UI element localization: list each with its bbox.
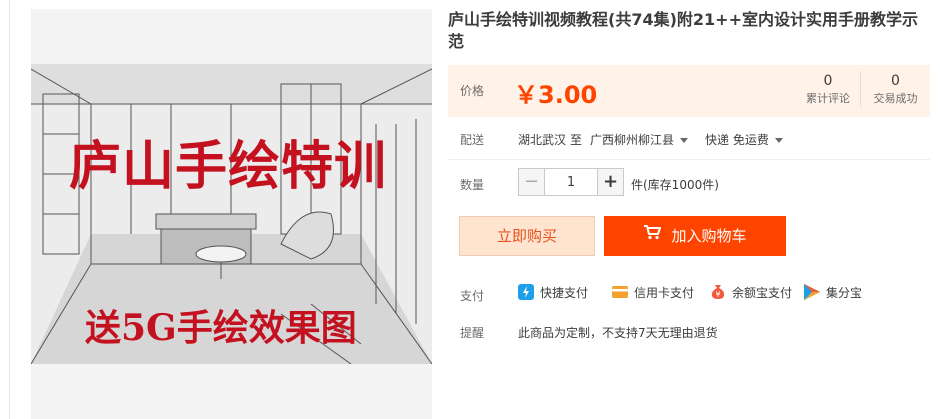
stock-text: 件(库存1000件) bbox=[631, 178, 719, 192]
payment-label: 支付 bbox=[460, 289, 485, 303]
quantity-input[interactable] bbox=[546, 169, 596, 195]
reviews-count: 0 bbox=[823, 73, 833, 89]
notice-label: 提醒 bbox=[460, 326, 485, 340]
quick-pay-label: 快捷支付 bbox=[540, 286, 589, 300]
sales-label: 交易成功 bbox=[873, 92, 918, 105]
reviews-stat[interactable]: 0 累计评论 bbox=[793, 71, 863, 107]
shipping-destination-select[interactable]: 广西柳州柳江县 bbox=[590, 131, 689, 148]
shipping-origin: 湖北武汉 bbox=[518, 133, 567, 147]
yuebao-label: 余额宝支付 bbox=[732, 286, 793, 300]
sales-count: 0 bbox=[891, 73, 900, 89]
section-divider bbox=[448, 159, 930, 160]
payment-jifenbao[interactable]: 集分宝 bbox=[804, 283, 863, 302]
add-to-cart-label: 加入购物车 bbox=[671, 227, 747, 245]
chevron-down-icon bbox=[774, 138, 783, 143]
reviews-label: 累计评论 bbox=[806, 92, 850, 105]
sales-stat[interactable]: 0 交易成功 bbox=[860, 71, 930, 107]
payment-quick-pay[interactable]: 快捷支付 bbox=[518, 283, 589, 302]
credit-card-icon bbox=[612, 284, 628, 300]
jifenbao-icon bbox=[804, 283, 820, 300]
jifenbao-label: 集分宝 bbox=[826, 286, 863, 300]
shipping-destination: 广西柳州柳江县 bbox=[590, 133, 675, 147]
banner-subtitle: 送5G手绘效果图 bbox=[85, 307, 357, 349]
payment-credit-card[interactable]: 信用卡支付 bbox=[612, 284, 694, 302]
buy-now-button[interactable]: 立即购买 bbox=[459, 216, 595, 256]
increase-button[interactable]: + bbox=[597, 169, 623, 195]
product-gallery: 庐山手绘特训 送5G手绘效果图 bbox=[31, 9, 432, 419]
shipping-method-select[interactable]: 快递 免运费 bbox=[705, 131, 783, 148]
chevron-down-icon bbox=[680, 138, 689, 143]
shipping-label: 配送 bbox=[460, 133, 485, 147]
shipping-to-word: 至 bbox=[570, 133, 583, 147]
product-title: 庐山手绘特训视频教程(共74集)附21++室内设计实用手册教学示范 bbox=[448, 10, 918, 51]
page-divider bbox=[9, 0, 10, 419]
decrease-button[interactable]: − bbox=[519, 169, 545, 195]
yuebao-icon: ¥ bbox=[710, 284, 726, 300]
product-image[interactable]: 庐山手绘特训 送5G手绘效果图 bbox=[31, 64, 432, 364]
price-label: 价格 bbox=[460, 84, 485, 98]
shipping-method: 快递 免运费 bbox=[705, 133, 769, 147]
product-detail: 庐山手绘特训视频教程(共74集)附21++室内设计实用手册教学示范 价格 ￥3.… bbox=[448, 0, 930, 419]
svg-text:¥: ¥ bbox=[715, 290, 720, 299]
banner-title: 庐山手绘特训 bbox=[69, 136, 388, 197]
price-panel: 价格 ￥3.00 0 累计评论 0 交易成功 bbox=[448, 65, 930, 117]
cart-icon bbox=[643, 215, 662, 255]
credit-card-label: 信用卡支付 bbox=[634, 286, 695, 300]
product-page: 庐山手绘特训 送5G手绘效果图 庐山手绘特训视频教程(共74集)附21++室内设… bbox=[0, 0, 940, 419]
add-to-cart-button[interactable]: 加入购物车 bbox=[604, 216, 786, 256]
payment-yuebao[interactable]: ¥ 余额宝支付 bbox=[710, 284, 792, 302]
quantity-stepper: − + bbox=[518, 168, 624, 196]
quantity-label: 数量 bbox=[460, 178, 485, 192]
quick-pay-icon bbox=[518, 283, 534, 300]
price-value: ￥3.00 bbox=[514, 81, 598, 109]
notice-text: 此商品为定制，不支持7天无理由退货 bbox=[518, 326, 718, 340]
